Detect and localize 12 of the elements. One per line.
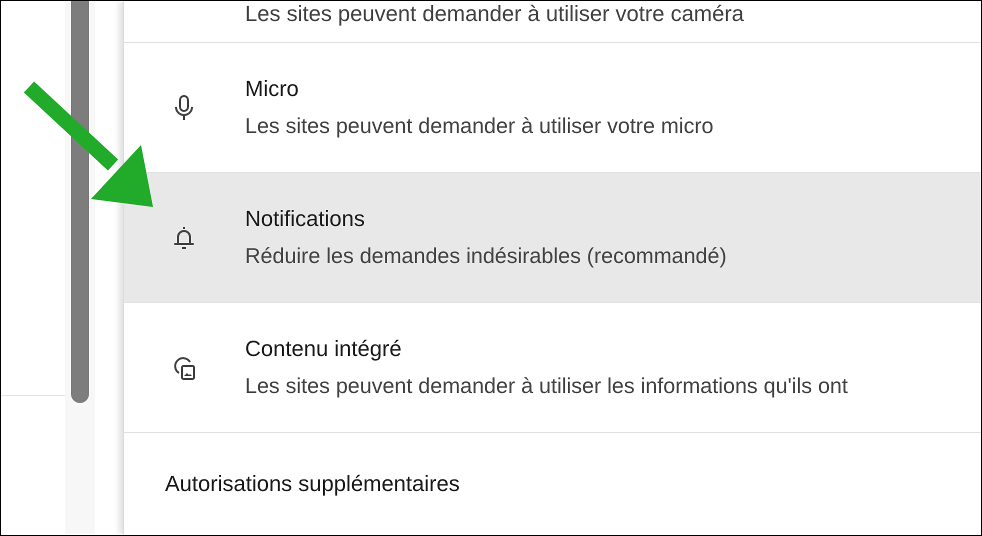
permission-description: Les sites peuvent demander à utiliser votre micro — [245, 114, 714, 139]
permission-description: Réduire les demandes indésirables (recommandé) — [245, 244, 727, 269]
microphone-icon — [173, 94, 195, 122]
permission-title: Contenu intégré — [245, 336, 403, 362]
permission-title: Micro — [245, 76, 300, 102]
permission-title: Notifications — [245, 206, 366, 232]
permission-description: Les sites peuvent demander à utiliser votre caméra — [245, 1, 745, 27]
permission-row[interactable]: Notifications Réduire les demandes indésirables (recommandé) — [124, 173, 981, 303]
permission-description: Les sites peuvent demander à utiliser les informations qu'ils ont — [245, 374, 848, 399]
additional-permissions-link[interactable]: Autorisations supplémentaires — [165, 471, 460, 497]
permission-row[interactable]: Contenu intégré Les sites peuvent demander à utiliser les informations qu'ils ont — [124, 303, 981, 433]
scrollbar-thumb[interactable] — [71, 1, 89, 403]
